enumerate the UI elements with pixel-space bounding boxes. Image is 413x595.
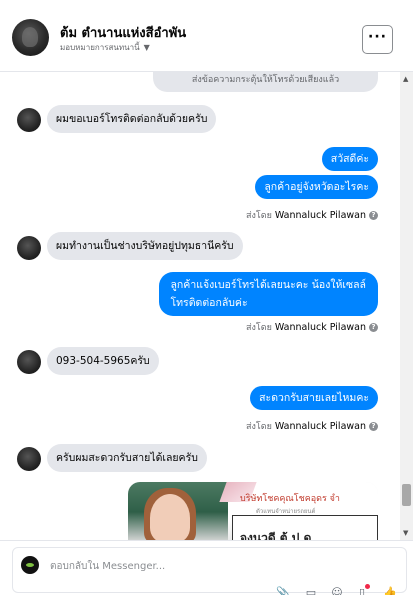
sent-by-name: Wannaluck Pilawan [274,321,366,333]
sender-avatar [17,108,41,132]
more-icon: ··· [368,28,387,45]
sender-avatar [17,350,41,374]
sender-avatar [17,236,41,260]
emoji-icon[interactable]: ☺ [330,586,344,595]
banner-title: บริษัทโชคคุณโชคอุดร จำ [240,494,340,504]
scroll-down-icon[interactable]: ▼ [403,529,408,537]
sent-by-prefix: ส่งโดย [246,323,272,333]
incoming-message: 093-504-5965ครับ [47,347,159,375]
outgoing-message: ลูกค้าอยู่จังหวัดอะไรคะ [255,175,378,199]
contact-name[interactable]: ต้ม ตำนานแห่งสีอำพัน [60,22,186,43]
attach-icon[interactable]: 📎 [276,586,290,595]
caret-down-icon: ▼ [143,43,150,52]
assign-conversation-dropdown[interactable]: มอบหมายการสนทนานี้ ▼ [60,41,150,54]
assign-conversation-label: มอบหมายการสนทนานี้ [60,43,140,52]
scroll-up-icon[interactable]: ▲ [403,75,408,83]
contact-avatar[interactable] [12,19,49,56]
composer: ตอบกลับใน Messenger... 📎 ▭ ☺ ▯ 👍 [0,540,413,595]
scrollbar-thumb[interactable] [402,484,411,506]
sent-by-prefix: ส่งโดย [246,422,272,432]
help-icon[interactable]: ? [369,210,378,220]
incoming-message: ครับผมสะดวกรับสายได้เลยครับ [47,444,207,472]
like-icon[interactable]: 👍 [383,586,397,595]
message-thread[interactable]: ส่งข้อความกระตุ้นให้โทรด้วยเสียงแล้ว ผมข… [0,72,400,540]
sticker-icon[interactable]: ▯ [355,584,370,595]
outgoing-message: สวัสดีค่ะ [321,147,378,171]
sent-by-name: Wannaluck Pilawan [274,420,366,432]
gif-icon[interactable]: ▭ [304,586,318,595]
sent-by-label: ส่งโดย Wannaluck Pilawan ? [246,208,378,222]
incoming-message: ผมทำงานเป็นช่างบริษัทอยู่ปทุมธานีครับ [47,232,243,260]
person-face [150,494,190,540]
outgoing-message: ลูกค้าแจ้งเบอร์โทรได้เลยนะคะ น้องให้เซลล… [158,272,378,316]
sender-avatar [17,447,41,471]
sent-by-prefix: ส่งโดย [246,211,272,221]
sticker-glyph: ▯ [358,586,366,595]
banner-box-text: จงนวดี ตู้ ป ด [240,531,312,540]
notification-dot [365,584,370,589]
help-icon[interactable]: ? [369,421,378,431]
outgoing-message-line: โทรติดต่อกลับค่ะ [170,297,248,309]
incoming-message: ผมขอเบอร์โทรติดต่อกลับด้วยครับ [47,105,217,133]
more-options-button[interactable]: ··· [362,25,393,54]
sent-by-label: ส่งโดย Wannaluck Pilawan ? [246,419,378,433]
sent-by-name: Wannaluck Pilawan [274,209,366,221]
page-avatar [21,556,39,574]
outgoing-message-line: ลูกค้าแจ้งเบอร์โทรได้เลยนะคะ น้องให้เซลล… [170,279,367,291]
outgoing-message: สะดวกรับสายเลยไหมคะ [250,386,378,410]
sent-by-label: ส่งโดย Wannaluck Pilawan ? [246,320,378,334]
system-note: ส่งข้อความกระตุ้นให้โทรด้วยเสียงแล้ว [153,72,378,92]
conversation-header: ต้ม ตำนานแห่งสีอำพัน มอบหมายการสนทนานี้ … [0,0,413,72]
image-attachment[interactable]: บริษัทโชคคุณโชคอุดร จำ ตัวแทนจำหน่ายรถยน… [128,482,378,540]
scrollbar[interactable]: ▲ ▼ [400,72,413,540]
reply-input[interactable]: ตอบกลับใน Messenger... [50,559,165,574]
help-icon[interactable]: ? [369,322,378,332]
